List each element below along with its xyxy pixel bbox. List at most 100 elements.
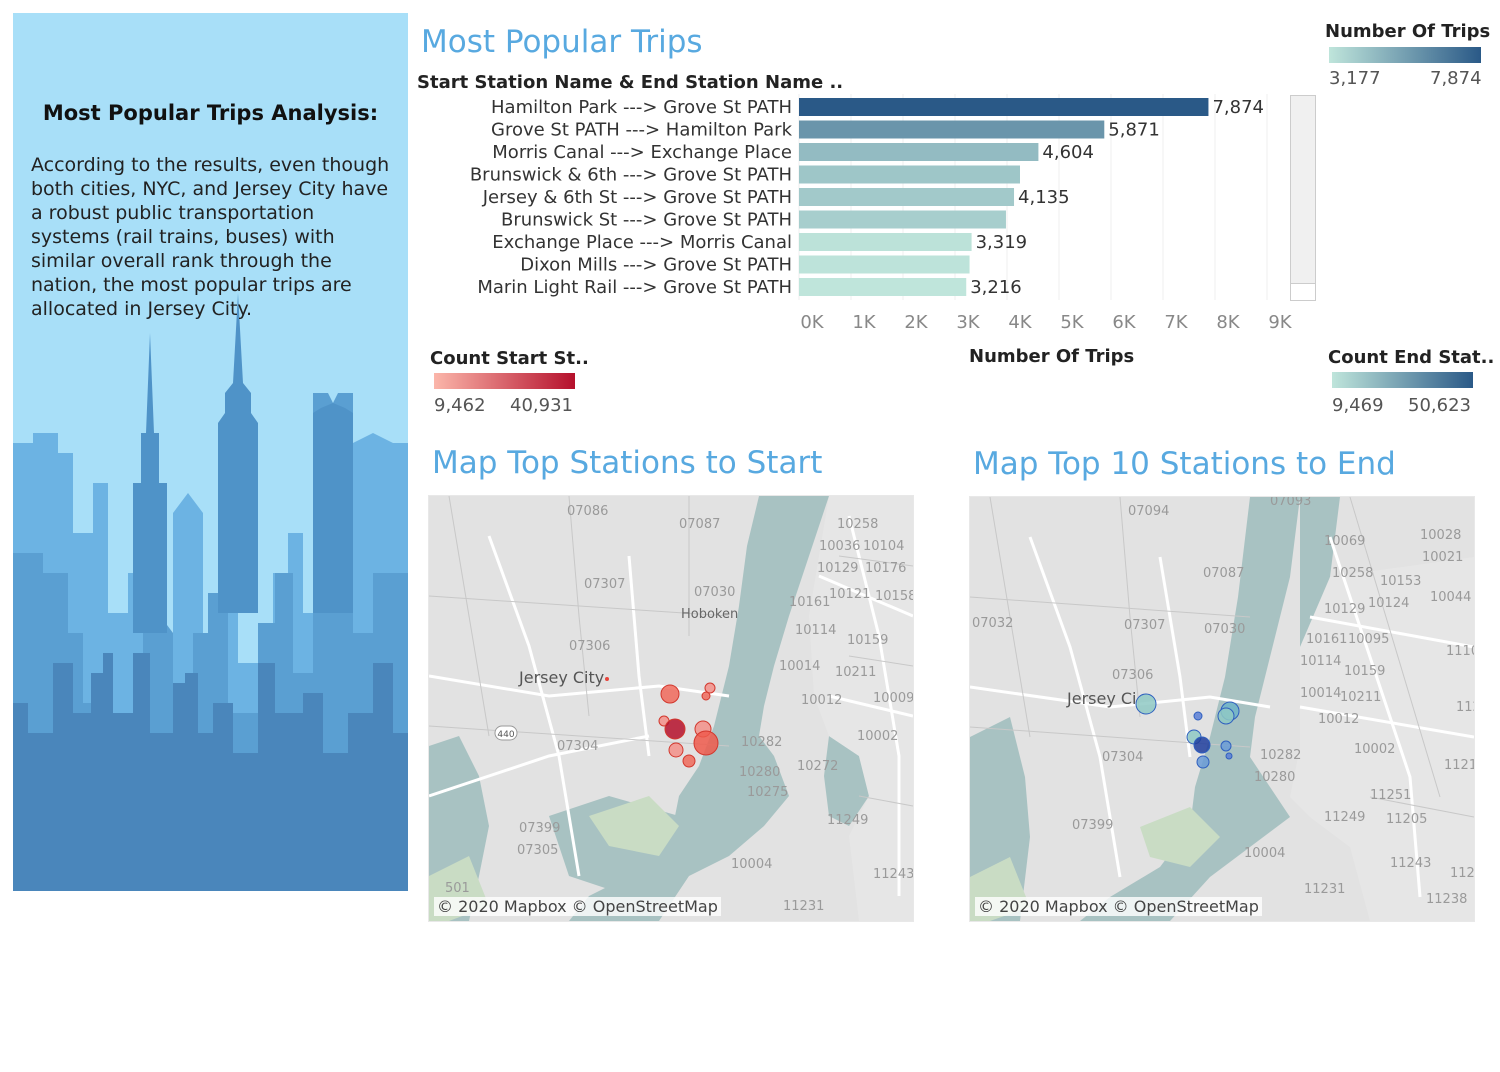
map-end[interactable]: 07094 07093 10028 10069 10021 10258 10153 07087… (969, 496, 1475, 922)
end-station-bubble[interactable] (1135, 693, 1157, 715)
legend-trips-title: Number Of Trips (1325, 21, 1491, 42)
zip-label: 10129 (817, 561, 858, 576)
start-station-bubble[interactable] (704, 682, 716, 694)
zip-label: 10272 (797, 759, 838, 774)
map-end-attribution[interactable]: © 2020 Mapbox © OpenStreetMap (975, 897, 1262, 916)
legend-start-max: 40,931 (510, 395, 573, 416)
zip-label: 11243 (1390, 856, 1431, 871)
zip-label: 10258 (837, 517, 878, 532)
zip-label: 10176 (865, 561, 906, 576)
start-station-bubble[interactable] (668, 742, 684, 758)
zip-label: 07087 (679, 517, 720, 532)
zip-label: 07306 (569, 639, 610, 654)
zip-label: 10282 (1260, 748, 1301, 763)
zip-label: 11211 (1444, 758, 1474, 773)
legend-start-gradient (434, 373, 575, 389)
x-tick-label: 2K (904, 312, 928, 333)
legend-start-title: Count Start St.. (430, 348, 589, 369)
x-tick-label: 5K (1060, 312, 1084, 333)
bar[interactable] (799, 120, 1105, 139)
story-text: According to the results, even though bo… (31, 154, 390, 320)
zip-label: 10159 (1344, 664, 1385, 679)
bar[interactable] (799, 233, 972, 251)
map-start-attribution[interactable]: © 2020 Mapbox © OpenStreetMap (434, 897, 721, 916)
zip-label: 10009 (873, 691, 913, 706)
end-station-bubble[interactable] (1220, 740, 1232, 752)
start-station-bubble[interactable] (682, 754, 696, 768)
bar-value-label: 3,216 (970, 277, 1022, 298)
zip-label: 11231 (1304, 882, 1345, 897)
start-bubble-small[interactable] (605, 677, 609, 681)
end-station-bubble[interactable] (1193, 736, 1211, 754)
zip-label: 11243 (873, 867, 913, 882)
map-end-title: Map Top 10 Stations to End (973, 446, 1396, 482)
start-station-bubble[interactable] (693, 730, 719, 756)
zip-label: 10004 (731, 857, 772, 872)
zip-label: 07399 (519, 821, 560, 836)
zip-label: 10002 (1354, 742, 1395, 757)
end-station-bubble[interactable] (1217, 707, 1235, 725)
row-label: Jersey & 6th St ---> Grove St PATH (482, 187, 792, 208)
end-station-bubble[interactable] (1193, 711, 1203, 721)
start-station-bubble[interactable] (701, 691, 711, 701)
bar[interactable] (799, 188, 1015, 206)
bar-value-label: 4,604 (1042, 142, 1094, 163)
bar[interactable] (799, 98, 1209, 116)
bar[interactable] (799, 143, 1039, 161)
zip-label: 10021 (1422, 550, 1463, 565)
legend-end-title: Count End Stat.. (1328, 347, 1495, 368)
bar[interactable] (799, 210, 1006, 229)
zip-label: 07399 (1072, 818, 1113, 833)
end-station-bubble[interactable] (1225, 752, 1233, 760)
scrollbar-track[interactable] (1290, 95, 1316, 301)
zip-label: 10104 (863, 539, 904, 554)
zip-label: 10280 (739, 765, 780, 780)
trips-bar-chart: Hamilton Park ---> Grove St PATH 7,874 Gro… (470, 94, 1293, 333)
zip-label: 10004 (1244, 846, 1285, 861)
legend-end-min: 9,469 (1332, 395, 1384, 416)
zip-label: 11109 (1446, 644, 1474, 659)
zip-label: 07094 (1128, 504, 1169, 519)
end-station-bubble[interactable] (1196, 755, 1210, 769)
scrollbar-thumb[interactable] (1291, 283, 1315, 300)
legend-start-min: 9,462 (434, 395, 486, 416)
x-axis-title: Number Of Trips (969, 346, 1135, 367)
zip-label: 10002 (857, 729, 898, 744)
x-tick-label: 7K (1164, 312, 1188, 333)
zip-label: 1121 (1450, 866, 1474, 881)
start-station-bubble[interactable] (660, 684, 680, 704)
zip-label: 11238 (1426, 892, 1467, 907)
zip-label: 07306 (1112, 668, 1153, 683)
city-skyline-image (13, 13, 408, 891)
legend-end-gradient (1332, 372, 1473, 388)
bar[interactable] (799, 255, 970, 274)
zip-label: 10211 (835, 665, 876, 680)
row-label: Marin Light Rail ---> Grove St PATH (477, 277, 792, 298)
zip-label: 11231 (783, 899, 824, 914)
zip-label: 10153 (1380, 574, 1421, 589)
zip-label: 07030 (1204, 622, 1245, 637)
zip-label: 10124 (1368, 596, 1409, 611)
x-tick-label: 8K (1216, 312, 1240, 333)
zip-label: 501 (445, 881, 470, 896)
map-start-basemap: 440 07086 07087 10258 10036 10104 10129 10176 0… (429, 496, 913, 921)
start-station-bubble[interactable] (664, 718, 686, 740)
zip-label: 10095 (1348, 632, 1389, 647)
bar-value-label: 3,319 (976, 232, 1028, 253)
zip-label: 07030 (694, 585, 735, 600)
zip-label: 10044 (1430, 590, 1471, 605)
row-label: Dixon Mills ---> Grove St PATH (520, 255, 792, 276)
zip-label: 10014 (1300, 686, 1341, 701)
row-label: Hamilton Park ---> Grove St PATH (491, 97, 792, 118)
zip-label: 10129 (1324, 602, 1365, 617)
zip-label: 10012 (1318, 712, 1359, 727)
zip-label: 10211 (1340, 690, 1381, 705)
bar[interactable] (799, 278, 967, 296)
zip-label: 11251 (1370, 788, 1411, 803)
zip-label: 10258 (1332, 566, 1373, 581)
legend-end-max: 50,623 (1408, 395, 1471, 416)
bar[interactable] (799, 165, 1020, 184)
zip-label: 10012 (801, 693, 842, 708)
zip-label: 11222 (1456, 700, 1474, 715)
map-start[interactable]: 440 07086 07087 10258 10036 10104 10129 10176 0… (428, 495, 914, 922)
